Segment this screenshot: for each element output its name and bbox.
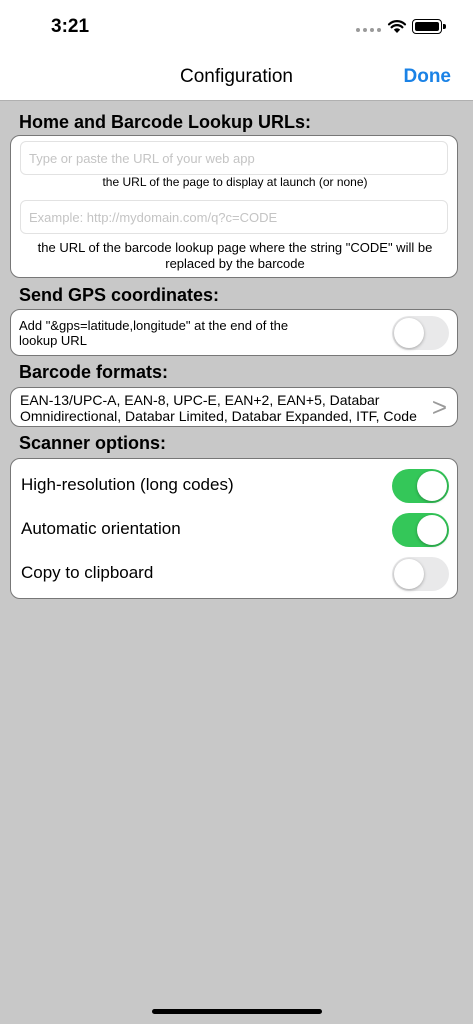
toggle-knob	[394, 318, 424, 348]
lookup-url-input[interactable]	[20, 200, 448, 234]
home-url-input[interactable]	[20, 141, 448, 175]
toggle-knob	[417, 515, 447, 545]
lookup-url-hint: the URL of the barcode lookup page where…	[37, 240, 433, 271]
toggle-knob	[394, 559, 424, 589]
gps-card: Add "&gps=latitude,longitude" at the end…	[10, 309, 458, 356]
automatic-orientation-toggle[interactable]	[392, 513, 449, 547]
cellular-signal-icon	[356, 28, 381, 32]
navigation-bar: Configuration Done	[0, 56, 473, 101]
gps-section-title: Send GPS coordinates:	[19, 285, 220, 305]
battery-icon	[412, 19, 446, 34]
formats-card[interactable]: EAN-13/UPC-A, EAN-8, UPC-E, EAN+2, EAN+5…	[10, 387, 458, 427]
page-title: Configuration	[179, 66, 294, 87]
chevron-right-icon[interactable]: >	[432, 392, 447, 422]
formats-section-title: Barcode formats:	[19, 362, 169, 382]
option-label-copy-to-clipboard: Copy to clipboard	[21, 563, 154, 582]
scanner-card: High-resolution (long codes) Automatic o…	[10, 458, 458, 599]
status-time: 3:21	[51, 16, 90, 37]
option-label-automatic-orientation: Automatic orientation	[21, 519, 181, 538]
home-url-hint: the URL of the page to display at launch…	[102, 175, 368, 189]
toggle-knob	[417, 471, 447, 501]
status-bar: 3:21	[0, 0, 473, 56]
scanner-section-title: Scanner options:	[19, 433, 167, 453]
high-resolution-toggle[interactable]	[392, 469, 449, 503]
copy-to-clipboard-toggle[interactable]	[392, 557, 449, 591]
gps-toggle[interactable]	[392, 316, 449, 350]
urls-section-title: Home and Barcode Lookup URLs:	[19, 112, 312, 132]
home-indicator[interactable]	[152, 1009, 322, 1014]
urls-card: the URL of the page to display at launch…	[10, 135, 458, 278]
wifi-icon	[387, 20, 407, 33]
done-button[interactable]: Done	[404, 66, 452, 88]
option-label-high-resolution: High-resolution (long codes)	[21, 475, 234, 494]
formats-value: EAN-13/UPC-A, EAN-8, UPC-E, EAN+2, EAN+5…	[20, 392, 417, 424]
gps-description: Add "&gps=latitude,longitude" at the end…	[19, 318, 289, 348]
